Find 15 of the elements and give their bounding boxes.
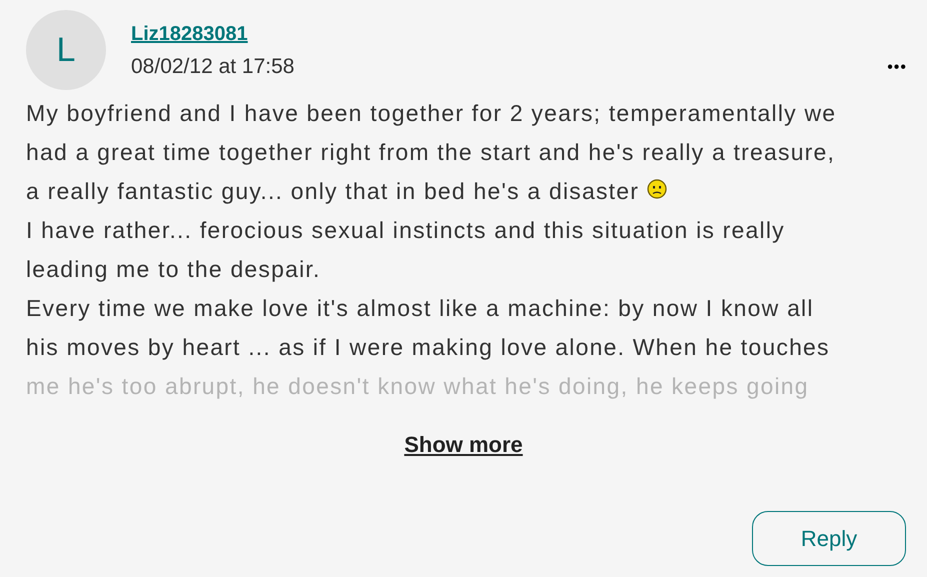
reply-button[interactable]: Reply — [752, 511, 906, 566]
post-timestamp: 08/02/12 at 17:58 — [131, 54, 294, 80]
post-text-line: his moves by heart ... as if I were making love alone. When he touches — [26, 333, 831, 362]
post-text-line: a really fantastic guy... only that in bed he's a disaster — [26, 172, 901, 211]
author-link[interactable]: Liz18283081 — [131, 22, 294, 46]
show-more-link[interactable]: Show more — [404, 428, 523, 461]
post-text-line: Every time we make love it's almost like a machine: by now I know all — [26, 294, 815, 323]
post-text-line: leading me to the despair. — [26, 255, 322, 284]
post-text-line: had a great time together right from the start and he's really a treasure, — [26, 138, 836, 167]
post-text-line: I have rather... ferocious sexual instincts and this situation is really — [26, 216, 786, 245]
sad-face-icon — [647, 178, 668, 199]
post-text-line: My boyfriend and I have been together for 2 years; temperamentally we — [26, 99, 838, 128]
more-options-button[interactable]: ••• — [887, 60, 907, 76]
avatar: L — [26, 10, 106, 90]
post-text-line: me he's too abrupt, he doesn't know what he's doing, he keeps going — [26, 372, 810, 401]
